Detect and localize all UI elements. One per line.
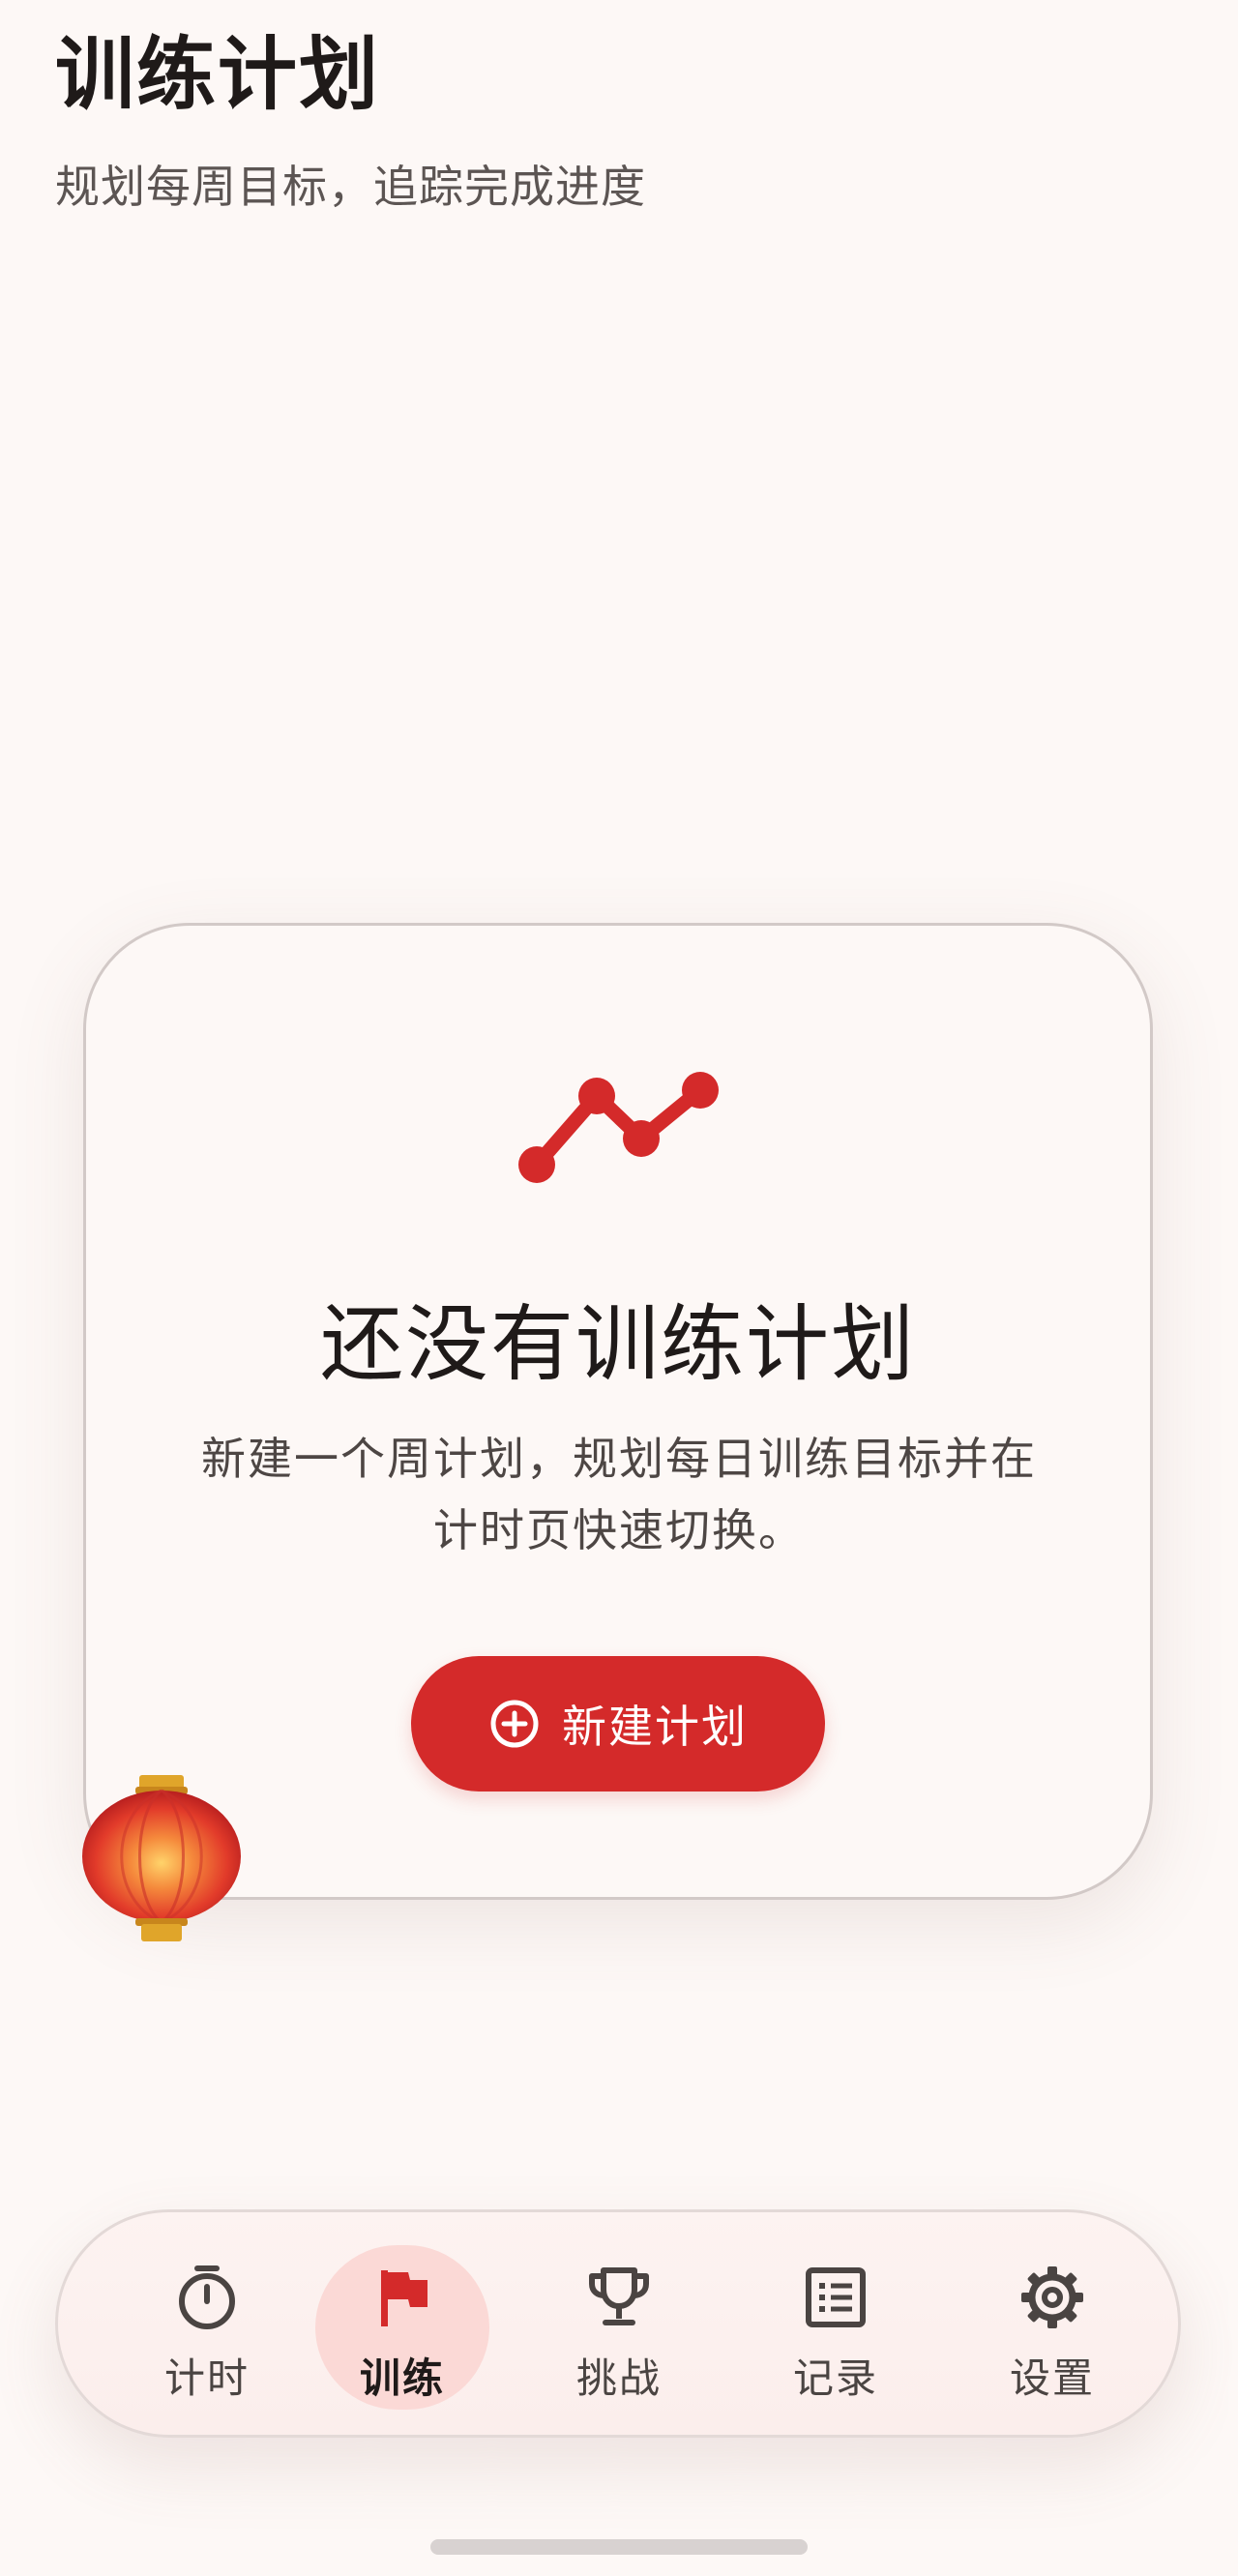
nav-label-challenge: 挑战 (575, 2354, 662, 2402)
trend-line-icon (518, 1072, 719, 1183)
nav-label-settings: 设置 (1009, 2354, 1095, 2402)
red-lantern-icon (82, 1775, 241, 1941)
add-circle-icon (490, 1700, 539, 1748)
training-plan-page: 训练计划 规划每周目标，追踪完成进度 还没有训练计划 新建一个周计划，规划每日训… (0, 0, 1238, 2576)
nav-item-timer[interactable]: 计时 (120, 2212, 294, 2441)
empty-state-description: 新建一个周计划，规划每日训练目标并在计时页快速切换。 (201, 1433, 1037, 1556)
new-plan-button[interactable]: 新建计划 (411, 1656, 825, 1791)
home-indicator[interactable] (430, 2539, 808, 2555)
gear-icon (1021, 2266, 1083, 2328)
empty-state-title: 还没有训练计划 (320, 1296, 916, 1393)
nav-label-timer: 计时 (163, 2354, 250, 2402)
nav-item-challenge[interactable]: 挑战 (532, 2212, 706, 2441)
flag-icon (381, 2270, 427, 2326)
page-title: 训练计划 (55, 29, 381, 121)
new-plan-button-label: 新建计划 (562, 1701, 748, 1753)
nav-label-training: 训练 (359, 2354, 445, 2402)
stopwatch-icon (179, 2265, 235, 2329)
bottom-navigation: 计时 训练 挑战 记录 设置 (55, 2209, 1181, 2438)
nav-item-records[interactable]: 记录 (749, 2212, 923, 2441)
nav-item-settings[interactable]: 设置 (965, 2212, 1139, 2441)
page-subtitle: 规划每周目标，追踪完成进度 (55, 161, 646, 213)
nav-label-records: 记录 (792, 2354, 878, 2402)
nav-item-training[interactable]: 训练 (315, 2212, 489, 2441)
list-icon (806, 2267, 866, 2327)
trophy-icon (589, 2267, 649, 2325)
